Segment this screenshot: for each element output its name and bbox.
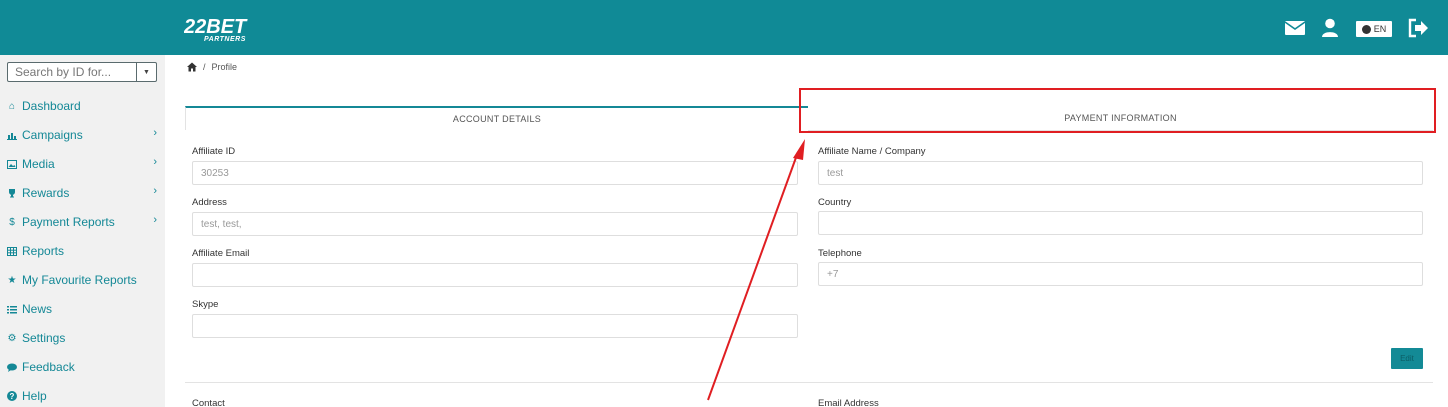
search-box: ▼ [7, 62, 157, 82]
chevron-right-icon: › [153, 214, 157, 226]
affiliate-name-field[interactable]: test [818, 161, 1423, 185]
section-divider [185, 382, 1433, 383]
mail-icon[interactable] [1284, 17, 1306, 39]
sidebar-item-label: Payment Reports [22, 215, 115, 229]
edit-button[interactable]: Edit [1391, 348, 1423, 369]
affiliate-id-field[interactable]: 30253 [192, 161, 798, 185]
sidebar-item-help[interactable]: ? Help [0, 385, 165, 407]
affiliate-email-label: Affiliate Email [192, 248, 250, 259]
list-icon [7, 304, 17, 314]
svg-text:?: ? [10, 392, 15, 401]
home-icon[interactable] [187, 62, 197, 72]
home-icon: ⌂ [8, 100, 16, 112]
chevron-right-icon: › [153, 156, 157, 168]
search-input[interactable] [8, 63, 138, 81]
sidebar-item-label: Reports [22, 244, 65, 258]
country-field[interactable] [818, 211, 1423, 235]
affiliate-id-label: Affiliate ID [192, 146, 236, 157]
search-dropdown-button[interactable]: ▼ [136, 63, 156, 81]
globe-icon [1361, 24, 1371, 34]
sidebar-item-campaigns[interactable]: Campaigns › [0, 124, 165, 146]
address-field[interactable]: test, test, [192, 212, 798, 236]
sidebar-item-settings[interactable]: ⚙ Settings [0, 327, 165, 349]
logout-icon[interactable] [1407, 17, 1429, 39]
sidebar-item-media[interactable]: Media › [0, 153, 165, 175]
country-label: Country [818, 197, 852, 208]
sidebar-item-feedback[interactable]: Feedback [0, 356, 165, 378]
sidebar-item-label: Help [22, 389, 47, 403]
breadcrumb-separator: / [203, 62, 206, 72]
sidebar-item-label: Feedback [22, 360, 75, 374]
telephone-field[interactable]: +7 [818, 262, 1423, 286]
tab-account-details[interactable]: ACCOUNT DETAILS [185, 106, 808, 130]
language-selector[interactable]: EN [1356, 21, 1392, 37]
affiliate-name-label: Affiliate Name / Company [818, 146, 926, 157]
breadcrumb: / Profile [187, 62, 237, 72]
sidebar-item-label: Rewards [22, 186, 70, 200]
svg-text:PARTNERS: PARTNERS [204, 36, 246, 43]
dollar-icon: $ [9, 216, 15, 228]
chevron-right-icon: › [153, 127, 157, 139]
sidebar-item-label: Dashboard [22, 99, 81, 113]
sidebar-item-label: News [22, 302, 53, 316]
sidebar-item-my-favourite-reports[interactable]: ★ My Favourite Reports [0, 269, 165, 291]
annotation-highlight-box [799, 88, 1436, 133]
skype-field[interactable] [192, 314, 798, 338]
gear-icon: ⚙ [7, 332, 17, 344]
sidebar-item-label: Settings [22, 331, 66, 345]
chevron-right-icon: › [153, 185, 157, 197]
sidebar-item-reports[interactable]: Reports [0, 240, 165, 262]
question-icon: ? [7, 391, 17, 401]
bar-chart-icon [7, 130, 17, 140]
email-address-label: Email Address [818, 398, 879, 407]
skype-label: Skype [192, 299, 219, 310]
language-label: EN [1373, 24, 1387, 34]
telephone-label: Telephone [818, 248, 862, 259]
comment-icon [7, 362, 17, 372]
star-icon: ★ [7, 274, 17, 286]
breadcrumb-current: Profile [211, 62, 238, 72]
sidebar-item-label: Media [22, 157, 55, 171]
sidebar-item-payment-reports[interactable]: $ Payment Reports › [0, 211, 165, 233]
table-icon [7, 246, 17, 256]
image-icon [7, 159, 17, 169]
sidebar: ▼ ⌂ Dashboard Campaigns › Media › Reward… [0, 55, 165, 407]
sidebar-item-rewards[interactable]: Rewards › [0, 182, 165, 204]
top-header: 22BET PARTNERS EN [0, 0, 1448, 55]
affiliate-email-field[interactable] [192, 263, 798, 287]
sidebar-item-label: My Favourite Reports [22, 273, 137, 287]
sidebar-item-news[interactable]: News [0, 298, 165, 320]
trophy-icon [7, 188, 17, 198]
user-icon[interactable] [1319, 17, 1341, 39]
caret-down-icon: ▼ [143, 68, 150, 76]
sidebar-item-dashboard[interactable]: ⌂ Dashboard [0, 95, 165, 117]
contact-label: Contact [192, 398, 225, 407]
sidebar-item-label: Campaigns [22, 128, 83, 142]
address-label: Address [192, 197, 227, 208]
svg-text:22BET: 22BET [184, 16, 248, 38]
brand-logo[interactable]: 22BET PARTNERS [184, 14, 278, 44]
